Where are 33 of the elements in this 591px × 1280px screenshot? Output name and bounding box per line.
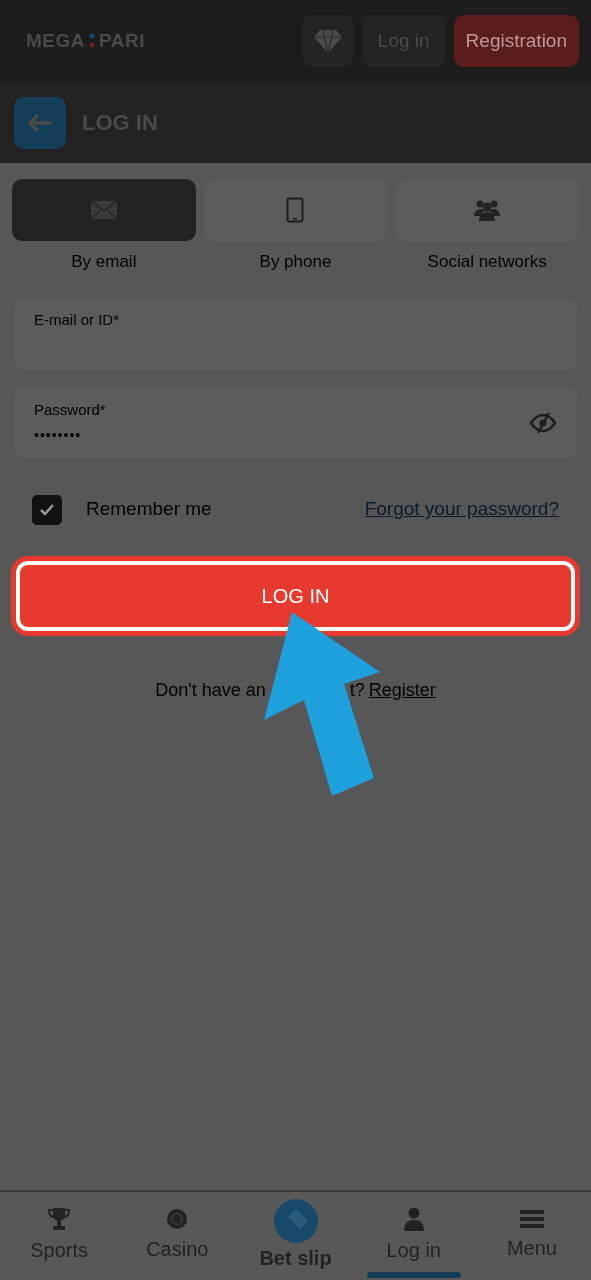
menu-icon <box>519 1209 544 1229</box>
remember-label: Remember me <box>86 497 212 522</box>
person-icon <box>403 1207 424 1231</box>
forgot-password-link[interactable]: Forgot your password? <box>364 495 559 524</box>
tab-label: Social networks <box>427 251 547 273</box>
tab-label: By phone <box>259 251 332 273</box>
password-field[interactable]: Password* •••••••• <box>14 386 577 459</box>
login-method-tab[interactable] <box>395 179 579 241</box>
back-arrow-icon <box>28 113 52 132</box>
email-field[interactable]: E-mail or ID* <box>14 298 577 371</box>
tab-label: By email <box>71 251 137 273</box>
trophy-icon <box>48 1207 71 1231</box>
logo-dots-icon <box>89 32 95 50</box>
password-value: •••••••• <box>34 426 83 446</box>
remember-checkbox[interactable] <box>32 494 62 525</box>
field-label: Password* <box>34 399 107 420</box>
login-method-tab[interactable] <box>203 179 388 241</box>
signup-prompt: Don't have an <box>155 678 266 702</box>
people-icon <box>473 199 502 221</box>
checkmark-icon <box>39 503 55 516</box>
diamond-button[interactable] <box>301 15 354 67</box>
signup-prompt: t? <box>349 678 365 702</box>
back-button[interactable] <box>14 96 66 149</box>
hidden-eye-icon <box>529 411 557 434</box>
ticket-badge-icon <box>273 1199 318 1243</box>
login-method-tab[interactable] <box>12 179 196 241</box>
phone-icon <box>286 197 305 223</box>
diamond-icon <box>313 29 342 53</box>
envelope-icon <box>89 200 118 220</box>
casino-chip-icon <box>166 1208 189 1230</box>
register-link[interactable]: Register <box>368 676 436 704</box>
registration-button[interactable]: Registration <box>453 15 579 67</box>
field-label: E-mail or ID* <box>34 309 120 330</box>
